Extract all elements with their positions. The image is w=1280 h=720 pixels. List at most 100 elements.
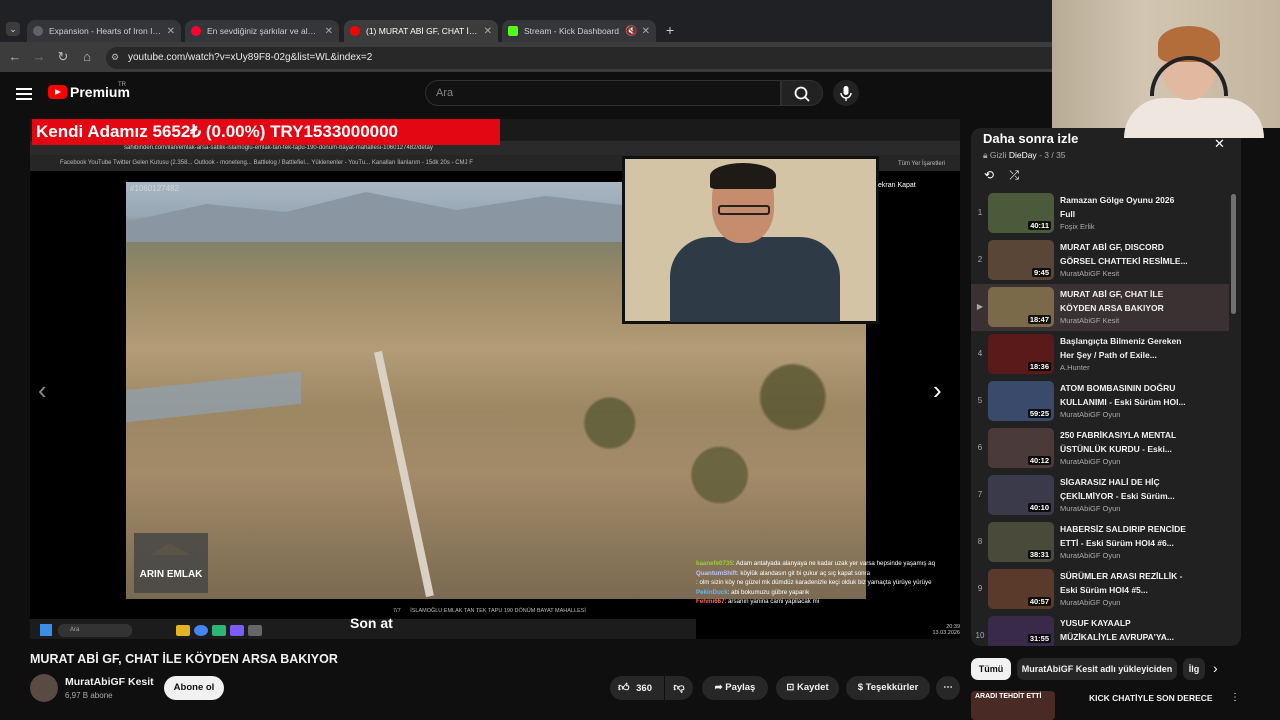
thanks-label: Teşekkürler [865, 682, 919, 693]
voice-search-button[interactable] [833, 80, 859, 106]
playlist-item[interactable]: 6 40:12 250 FABRİKASIYLA MENTAL ÜSTÜNLÜK… [971, 425, 1229, 472]
close-icon[interactable]: ✕ [642, 26, 650, 37]
playlist-item[interactable]: 5 59:25 ATOM BOMBASININ DOĞRU KULLANIMI … [971, 378, 1229, 425]
fullscreen-close-controls: ekran Kapat [878, 182, 916, 189]
new-tab-button[interactable]: + [662, 22, 678, 38]
tab-favicon [350, 26, 360, 36]
playlist-owner[interactable]: DieDay [1009, 150, 1037, 160]
close-icon[interactable]: ✕ [325, 26, 333, 37]
tab-search-dropdown-icon[interactable]: ⌄ [6, 22, 20, 36]
channel-name[interactable]: MuratAbiGF Kesit [65, 676, 154, 688]
tab-title: Expansion - Hearts of Iron IV: N [49, 26, 163, 36]
chevron-left-icon[interactable]: ‹ [38, 375, 47, 406]
thumbs-up-icon: 👍︎ [618, 682, 630, 694]
price-ticker-banner: Kendi Adamız 5652₺ (0.00%) TRY1533000000 [32, 119, 500, 145]
loop-icon[interactable]: ⟲ [984, 168, 994, 182]
tree-clusters [500, 319, 866, 579]
taskbar-search: Ara [58, 624, 132, 637]
more-actions-button[interactable]: ⋯ [936, 676, 960, 700]
tab-title: (1) MURAT ABİ GF, CHAT İLE KÖ [366, 26, 480, 36]
recommended-thumbnail[interactable]: ARADI TEHDİT ETTİ [971, 691, 1055, 720]
listing-id: #1060127482 [130, 184, 179, 193]
share-button[interactable]: ➦ Paylaş [702, 676, 768, 700]
item-title: SİGARASIZ HALİ DE HİÇ ÇEKİLMİYOR - Eski … [1060, 477, 1175, 501]
playlist-title[interactable]: Daha sonra izle [983, 131, 1078, 146]
thanks-button[interactable]: $ Teşekkürler [846, 676, 930, 700]
search-input[interactable]: Ara [425, 80, 781, 106]
chat-user: Fehmi667 [696, 598, 725, 605]
menu-icon[interactable] [16, 88, 32, 100]
browser-tab-2[interactable]: En sevdiğiniz şarkılar ve albüml ✕ [185, 20, 339, 42]
item-number: 4 [977, 349, 983, 358]
mute-icon[interactable]: 🔇 [625, 26, 637, 37]
chat-message: : olm sizin köy ne güzel mk dümdüz karad… [696, 578, 960, 588]
video-thumbnail: 40:57 [988, 569, 1054, 609]
shuffle-icon[interactable]: ⤮ [1009, 168, 1019, 182]
dislike-button[interactable]: 👎︎ [665, 676, 693, 700]
chat-message: PekinDuck: abi bokumuzu gübre yaparık [696, 588, 960, 598]
item-title: Başlangıçta Bilmeniz Gereken Her Şey / P… [1060, 336, 1182, 360]
windows-start-icon [40, 624, 52, 636]
item-channel: MuratAbiGF Oyun [1060, 457, 1121, 466]
now-playing-icon: ▶ [976, 302, 984, 311]
bookmarks-list: Facebook YouTube Twitter Gelen Kutusu (2… [60, 160, 473, 166]
home-icon[interactable]: ⌂ [79, 49, 95, 65]
more-vertical-icon[interactable]: ⋮ [1230, 692, 1240, 703]
reload-icon[interactable]: ↻ [55, 49, 71, 65]
streamer-body [1124, 98, 1264, 138]
recommended-title[interactable]: KICK CHATİYLE SON DERECE [1089, 693, 1213, 703]
save-label: Kaydet [796, 682, 829, 693]
duration: 40:57 [1027, 597, 1051, 606]
video-thumbnail: 40:12 [988, 428, 1054, 468]
playlist-scrollbar[interactable] [1231, 194, 1236, 314]
playlist-item[interactable]: 9 40:57 SÜRÜMLER ARASI REZİLLİK - Eski S… [971, 566, 1229, 613]
site-info-icon[interactable]: ⚙ [111, 52, 119, 63]
more-horizontal-icon: ⋯ [943, 682, 953, 693]
item-title: YUSUF KAYAALP MÜZİKALİYLE AVRUPA'YA... [1060, 618, 1174, 642]
forward-icon[interactable]: → [31, 49, 47, 65]
close-icon[interactable]: ✕ [484, 26, 492, 37]
address-bar[interactable]: youtube.com/watch?v=xUy89F8-02g&list=WL&… [106, 47, 1052, 69]
system-tray-clock: 20:39 13.03.2026 [866, 624, 960, 638]
browser-tab-4[interactable]: Stream - Kick Dashboard 🔇 ✕ [502, 20, 656, 42]
video-title: MURAT ABİ GF, CHAT İLE KÖYDEN ARSA BAKIY… [30, 652, 338, 666]
chip-uploads[interactable]: MuratAbiGF Kesit adlı yükleyiciden [1017, 658, 1177, 680]
like-button[interactable]: 👍︎ 360 [610, 676, 664, 700]
playlist-meta: 🔒︎ Gizli DieDay - 3 / 35 [983, 150, 1066, 160]
app-icon [248, 625, 262, 636]
search-button[interactable] [781, 80, 823, 106]
playlist-item[interactable]: 1 40:11 Ramazan Gölge Oyunu 2026 Full Fo… [971, 190, 1229, 237]
save-button[interactable]: ⊡ Kaydet [776, 676, 839, 700]
item-number: 7 [977, 490, 983, 499]
playlist-item[interactable]: 7 40:10 SİGARASIZ HALİ DE HİÇ ÇEKİLMİYOR… [971, 472, 1229, 519]
bookmark-icon: ⊡ [786, 682, 795, 693]
youtube-logo-icon[interactable] [48, 85, 67, 99]
chevron-right-icon[interactable]: › [1213, 660, 1218, 676]
playlist-item[interactable]: 8 38:31 HABERSİZ SALDIRIP RENCİDE ETTİ -… [971, 519, 1229, 566]
chip-all[interactable]: Tümü [971, 658, 1011, 680]
browser-tab-1[interactable]: Expansion - Hearts of Iron IV: N ✕ [27, 20, 181, 42]
item-channel: MuratAbiGF Oyun [1060, 410, 1121, 419]
item-channel: A.Hunter [1060, 363, 1090, 372]
duration: 40:12 [1027, 456, 1051, 465]
duration: 18:36 [1027, 362, 1051, 371]
playlist-item-current[interactable]: ▶ 18:47 MURAT ABİ GF, CHAT İLE KÖYDEN AR… [971, 284, 1229, 331]
chip-related[interactable]: İlg [1183, 658, 1205, 680]
app-icon [212, 625, 226, 636]
subscribe-button[interactable]: Abone ol [164, 676, 224, 700]
browser-tab-3-active[interactable]: (1) MURAT ABİ GF, CHAT İLE KÖ ✕ [344, 20, 498, 42]
video-thumbnail: 59:25 [988, 381, 1054, 421]
channel-avatar[interactable] [30, 674, 58, 702]
duration: 40:11 [1028, 221, 1051, 230]
chat-user: PekinDuck [696, 588, 728, 596]
thumbs-down-icon: 👎︎ [673, 682, 685, 694]
item-number: 5 [977, 396, 983, 405]
back-icon[interactable]: ← [7, 49, 23, 65]
chevron-right-icon[interactable]: › [933, 375, 942, 406]
playlist-item[interactable]: 2 9:45 MURAT ABİ GF, DISCORD GÖRSEL CHAT… [971, 237, 1229, 284]
video-player[interactable]: sahibinden.com/ilan/emlak-arsa-satilik-i… [30, 119, 960, 639]
playlist-item[interactable]: 4 18:36 Başlangıçta Bilmeniz Gereken Her… [971, 331, 1229, 378]
playlist-item[interactable]: 10 31:55 YUSUF KAYAALP MÜZİKALİYLE AVRUP… [971, 613, 1229, 646]
close-icon[interactable]: ✕ [1214, 136, 1225, 152]
close-icon[interactable]: ✕ [167, 26, 175, 37]
